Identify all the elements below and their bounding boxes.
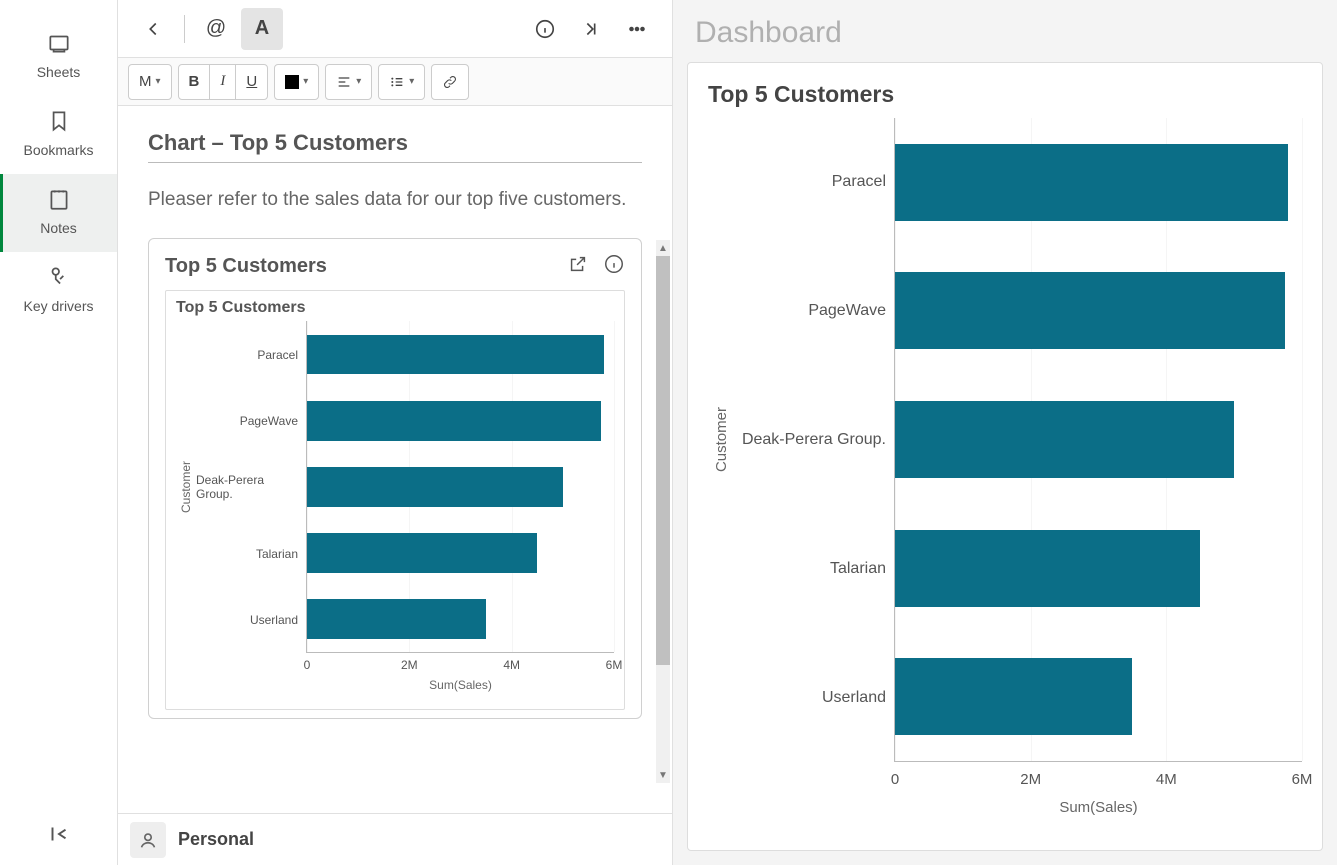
sidebar-item-label: Bookmarks (23, 142, 93, 158)
bar[interactable] (307, 335, 604, 375)
scroll-up-icon: ▲ (658, 240, 668, 256)
y-axis-label: Customer (713, 407, 730, 472)
footer-label: Personal (178, 829, 254, 850)
y-tick-label: Paracel (734, 118, 894, 247)
text-tool-button[interactable]: A (241, 8, 283, 50)
x-tick-label: 0 (891, 771, 899, 788)
dashboard-card: Top 5 Customers Customer ParacelPageWaveD… (687, 62, 1323, 851)
y-tick-label: Talarian (196, 521, 306, 587)
sidebar-item-sheets[interactable]: Sheets (0, 18, 117, 96)
chevron-down-icon: ▾ (303, 76, 308, 87)
heading-select[interactable]: M▾ (129, 65, 171, 99)
x-tick-label: 2M (401, 658, 418, 672)
sheets-icon (46, 30, 72, 56)
topbar: @ A (118, 0, 672, 58)
x-axis-label: Sum(Sales) (1059, 799, 1137, 816)
chart-info-button[interactable] (603, 253, 625, 280)
key-drivers-icon (46, 264, 72, 290)
inner-chart-title: Top 5 Customers (176, 299, 614, 317)
y-tick-label: PageWave (196, 388, 306, 454)
x-tick-label: 2M (1020, 771, 1041, 788)
sidebar-item-keydrivers[interactable]: Key drivers (0, 252, 117, 330)
embedded-bar-chart[interactable]: Customer ParacelPageWaveDeak-Perera Group… (176, 321, 614, 707)
chevron-down-icon: ▾ (409, 76, 414, 87)
chevron-down-icon: ▾ (156, 76, 161, 87)
bookmark-icon (46, 108, 72, 134)
bar[interactable] (895, 272, 1285, 349)
note-content[interactable]: Chart – Top 5 Customers Pleaser refer to… (118, 106, 672, 813)
sidebar: Sheets Bookmarks Notes Key drivers (0, 0, 118, 865)
y-tick-label: PageWave (734, 247, 894, 376)
y-axis-label: Customer (179, 461, 193, 513)
align-select[interactable]: ▾ (326, 65, 371, 99)
collapse-sidebar-button[interactable] (46, 821, 72, 847)
link-button[interactable] (432, 65, 468, 99)
align-left-icon (336, 74, 352, 90)
text-a-icon: A (255, 17, 269, 40)
x-tick-label: 0 (304, 658, 311, 672)
info-button[interactable] (524, 8, 566, 50)
sidebar-item-bookmarks[interactable]: Bookmarks (0, 96, 117, 174)
more-button[interactable] (616, 8, 658, 50)
italic-button[interactable]: I (209, 65, 235, 99)
sidebar-bottom (0, 821, 117, 847)
scroll-down-icon: ▼ (658, 767, 668, 783)
sidebar-item-label: Key drivers (23, 298, 93, 314)
y-tick-label: Userland (196, 587, 306, 653)
note-title: Chart – Top 5 Customers (148, 130, 642, 163)
bar[interactable] (307, 533, 537, 573)
bold-button[interactable]: B (179, 65, 210, 99)
sidebar-item-notes[interactable]: Notes (0, 174, 117, 252)
note-body: Pleaser refer to the sales data for our … (148, 185, 642, 214)
bar[interactable] (895, 658, 1132, 735)
at-sign-icon: @ (206, 17, 226, 40)
chevron-down-icon: ▾ (356, 76, 361, 87)
mention-button[interactable]: @ (195, 8, 237, 50)
scrollbar[interactable]: ▲ ▼ (656, 240, 670, 783)
bar[interactable] (895, 401, 1234, 478)
underline-button[interactable]: U (235, 65, 267, 99)
dashboard-title: Dashboard (673, 0, 1337, 62)
x-tick-label: 6M (606, 658, 623, 672)
x-tick-label: 4M (503, 658, 520, 672)
user-icon (137, 829, 159, 851)
list-select[interactable]: ▾ (379, 65, 424, 99)
share-button[interactable] (567, 253, 589, 280)
footer: Personal (118, 813, 672, 865)
sidebar-item-label: Notes (40, 220, 77, 236)
back-button[interactable] (132, 8, 174, 50)
dashboard-bar-chart[interactable]: Customer ParacelPageWaveDeak-Perera Group… (708, 118, 1302, 838)
y-tick-label: Deak-Perera Group. (196, 454, 306, 520)
bar[interactable] (895, 530, 1200, 607)
notes-pane: @ A M▾ B I U ▾ (118, 0, 673, 865)
link-icon (442, 74, 458, 90)
text-color-select[interactable]: ▾ (275, 65, 318, 99)
bar[interactable] (307, 467, 563, 507)
format-bar: M▾ B I U ▾ ▾ ▾ (118, 58, 672, 106)
y-tick-label: Paracel (196, 321, 306, 387)
embedded-chart-card: Top 5 Customers Top 5 Customers Customer… (148, 238, 642, 719)
divider (184, 15, 185, 43)
list-icon (389, 74, 405, 90)
x-axis-label: Sum(Sales) (429, 678, 492, 692)
bar[interactable] (307, 599, 486, 639)
y-tick-label: Userland (734, 633, 894, 762)
user-menu[interactable] (130, 822, 166, 858)
card-title: Top 5 Customers (165, 255, 567, 278)
bar[interactable] (895, 144, 1288, 221)
x-tick-label: 6M (1292, 771, 1313, 788)
y-tick-label: Talarian (734, 504, 894, 633)
dashboard-card-title: Top 5 Customers (708, 81, 1302, 108)
x-tick-label: 4M (1156, 771, 1177, 788)
bar[interactable] (307, 401, 601, 441)
sidebar-item-label: Sheets (37, 64, 81, 80)
y-tick-label: Deak-Perera Group. (734, 376, 894, 505)
color-swatch (285, 75, 299, 89)
notes-icon (46, 186, 72, 212)
go-to-end-button[interactable] (570, 8, 612, 50)
dashboard-pane: Dashboard Top 5 Customers Customer Parace… (673, 0, 1337, 865)
